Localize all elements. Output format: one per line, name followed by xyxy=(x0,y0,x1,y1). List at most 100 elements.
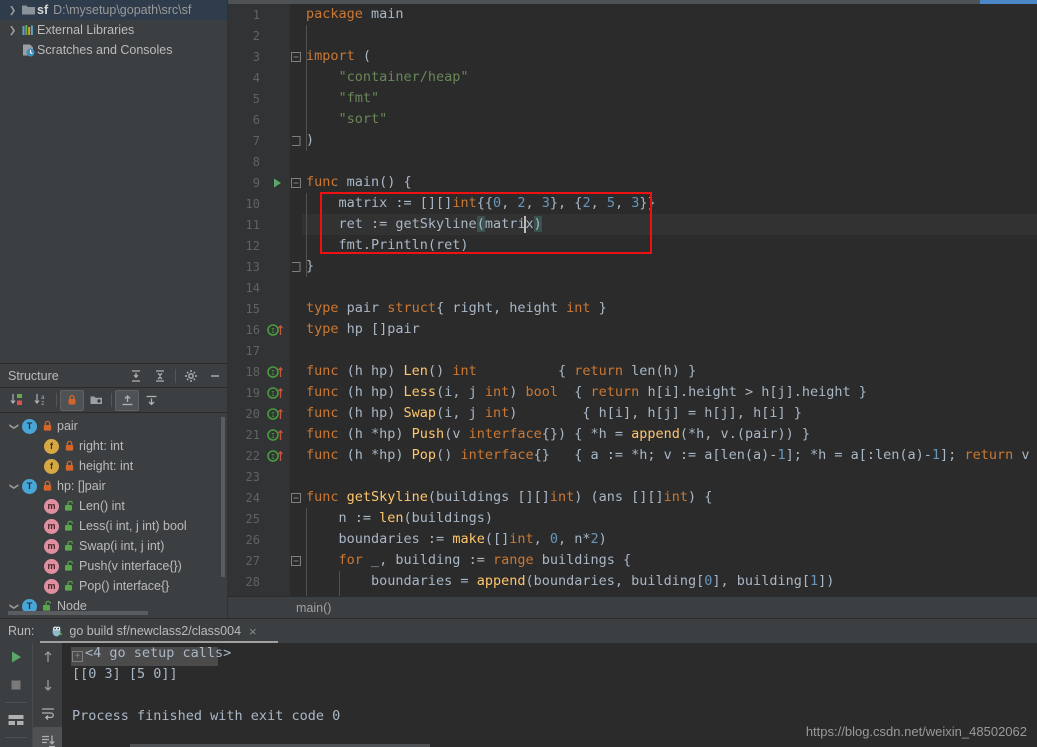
chevron-down-icon[interactable]: ❯ xyxy=(9,478,20,494)
collapse-all-icon[interactable] xyxy=(148,365,172,387)
code-line-11[interactable]: ret := getSkyline(matrix) xyxy=(302,214,542,235)
gutter-line-23[interactable]: 23 xyxy=(228,466,290,487)
gutter-line-25[interactable]: 25 xyxy=(228,508,290,529)
editor-code-area[interactable]: package main import ( "container/heap" "f… xyxy=(302,4,1037,596)
gear-icon[interactable] xyxy=(179,365,203,387)
implementation-marker-icon[interactable]: I xyxy=(260,449,290,463)
sort-by-visibility-icon[interactable] xyxy=(5,390,29,411)
chevron-right-icon[interactable]: ❯ xyxy=(6,5,19,16)
structure-item-2[interactable]: ❯fheight: int xyxy=(0,456,227,476)
implementation-marker-icon[interactable]: I xyxy=(260,407,290,421)
fold-end-icon[interactable] xyxy=(290,130,302,151)
run-tab[interactable]: go build sf/newclass2/class004 × xyxy=(44,619,262,643)
code-line-8[interactable] xyxy=(302,151,306,172)
gutter-line-22[interactable]: 22 I xyxy=(228,445,290,466)
code-line-28[interactable]: boundaries = append(boundaries, building… xyxy=(302,571,834,592)
code-line-18[interactable]: func (h hp) Len() int { return len(h) } xyxy=(302,361,696,382)
gutter-line-3[interactable]: 3 xyxy=(228,46,290,67)
gutter-line-18[interactable]: 18 I xyxy=(228,361,290,382)
gutter-line-5[interactable]: 5 xyxy=(228,88,290,109)
structure-horizontal-scrollbar[interactable] xyxy=(8,611,148,615)
project-item-2[interactable]: ❯Scratches and Consoles xyxy=(0,40,227,60)
gutter-line-24[interactable]: 24 xyxy=(228,487,290,508)
expand-setup-calls-icon[interactable]: + xyxy=(72,651,83,662)
code-line-10[interactable]: matrix := [][]int{{0, 2, 3}, {2, 5, 3}} xyxy=(302,193,656,214)
gutter-line-28[interactable]: 28 xyxy=(228,571,290,592)
fold-end-icon[interactable] xyxy=(290,256,302,277)
gutter-line-26[interactable]: 26 xyxy=(228,529,290,550)
structure-item-8[interactable]: ❯mPop() interface{} xyxy=(0,576,227,596)
code-line-15[interactable]: type pair struct{ right, height int } xyxy=(302,298,607,319)
structure-item-7[interactable]: ❯mPush(v interface{}) xyxy=(0,556,227,576)
gutter-line-15[interactable]: 15 xyxy=(228,298,290,319)
fold-collapse-icon[interactable] xyxy=(290,487,302,508)
gutter-line-11[interactable]: 11 xyxy=(228,214,290,235)
gutter-line-17[interactable]: 17 xyxy=(228,340,290,361)
scroll-to-end-icon[interactable] xyxy=(33,727,63,747)
soft-wrap-icon[interactable] xyxy=(33,699,63,727)
gutter-line-27[interactable]: 27 xyxy=(228,550,290,571)
close-icon[interactable]: × xyxy=(249,624,257,639)
run-icon[interactable] xyxy=(0,643,32,671)
structure-item-6[interactable]: ❯mSwap(i int, j int) xyxy=(0,536,227,556)
expand-all-icon[interactable] xyxy=(124,365,148,387)
code-line-9[interactable]: func main() { xyxy=(302,172,412,193)
gutter-line-7[interactable]: 7 xyxy=(228,130,290,151)
code-line-24[interactable]: func getSkyline(buildings [][]int) (ans … xyxy=(302,487,712,508)
gutter-line-2[interactable]: 2 xyxy=(228,25,290,46)
fold-collapse-icon[interactable] xyxy=(290,172,302,193)
scroll-to-source-icon[interactable] xyxy=(139,390,163,411)
project-item-1[interactable]: ❯ External Libraries xyxy=(0,20,227,40)
fold-collapse-icon[interactable] xyxy=(290,46,302,67)
code-line-21[interactable]: func (h *hp) Push(v interface{}) { *h = … xyxy=(302,424,810,445)
minimize-icon[interactable] xyxy=(203,365,227,387)
code-line-20[interactable]: func (h hp) Swap(i, j int) { h[i], h[j] … xyxy=(302,403,802,424)
scroll-from-source-icon[interactable] xyxy=(115,389,139,411)
structure-tree[interactable]: ❯Tpair❯fright: int❯fheight: int❯Thp: []p… xyxy=(0,413,227,616)
gutter-line-19[interactable]: 19 I xyxy=(228,382,290,403)
gutter-line-1[interactable]: 1 xyxy=(228,4,290,25)
implementation-marker-icon[interactable]: I xyxy=(260,365,290,379)
code-line-5[interactable]: "fmt" xyxy=(302,88,380,109)
gutter-line-8[interactable]: 8 xyxy=(228,151,290,172)
up-arrow-icon[interactable] xyxy=(33,643,63,671)
code-line-23[interactable] xyxy=(302,466,306,487)
structure-vertical-scrollbar[interactable] xyxy=(221,417,225,577)
gutter-line-4[interactable]: 4 xyxy=(228,67,290,88)
stop-icon[interactable] xyxy=(0,671,32,699)
editor-fold-column[interactable] xyxy=(290,4,302,596)
code-line-16[interactable]: type hp []pair xyxy=(302,319,420,340)
code-line-12[interactable]: fmt.Println(ret) xyxy=(302,235,469,256)
code-line-22[interactable]: func (h *hp) Pop() interface{} { a := *h… xyxy=(302,445,1037,466)
code-line-25[interactable]: n := len(buildings) xyxy=(302,508,493,529)
gutter-line-6[interactable]: 6 xyxy=(228,109,290,130)
code-line-6[interactable]: "sort" xyxy=(302,109,388,130)
structure-item-4[interactable]: ❯mLen() int xyxy=(0,496,227,516)
show-non-public-icon[interactable] xyxy=(60,389,84,411)
gutter-line-16[interactable]: 16 I xyxy=(228,319,290,340)
code-line-4[interactable]: "container/heap" xyxy=(302,67,469,88)
gutter-line-20[interactable]: 20 I xyxy=(228,403,290,424)
structure-item-5[interactable]: ❯mLess(i int, j int) bool xyxy=(0,516,227,536)
fold-collapse-icon[interactable] xyxy=(290,550,302,571)
gutter-line-10[interactable]: 10 xyxy=(228,193,290,214)
gutter-line-13[interactable]: 13 xyxy=(228,256,290,277)
group-by-file-icon[interactable] xyxy=(84,390,108,411)
project-item-0[interactable]: ❯ sf D:\mysetup\gopath\src\sf xyxy=(0,0,227,20)
breadcrumb-item-main[interactable]: main() xyxy=(296,601,331,615)
gutter-line-14[interactable]: 14 xyxy=(228,277,290,298)
code-line-7[interactable]: ) xyxy=(302,130,314,151)
chevron-right-icon[interactable]: ❯ xyxy=(6,25,19,36)
run-gutter-icon[interactable] xyxy=(260,177,290,189)
structure-item-1[interactable]: ❯fright: int xyxy=(0,436,227,456)
structure-item-3[interactable]: ❯ Thp: []pair xyxy=(0,476,227,496)
chevron-down-icon[interactable]: ❯ xyxy=(9,418,20,434)
sort-alphabetically-icon[interactable]: a z xyxy=(29,390,53,411)
layout-icon[interactable] xyxy=(0,706,32,734)
code-line-27[interactable]: for _, building := range buildings { xyxy=(302,550,632,571)
down-arrow-icon[interactable] xyxy=(33,671,63,699)
editor-gutter[interactable]: 1 2 3 4 5 6 7 8 9 10 11 12 13 14 15 16 I 17 18 I 19 I 20 I 21 I 22… xyxy=(228,4,290,596)
code-line-3[interactable]: import ( xyxy=(302,46,371,67)
gutter-line-12[interactable]: 12 xyxy=(228,235,290,256)
code-line-19[interactable]: func (h hp) Less(i, j int) bool { return… xyxy=(302,382,867,403)
